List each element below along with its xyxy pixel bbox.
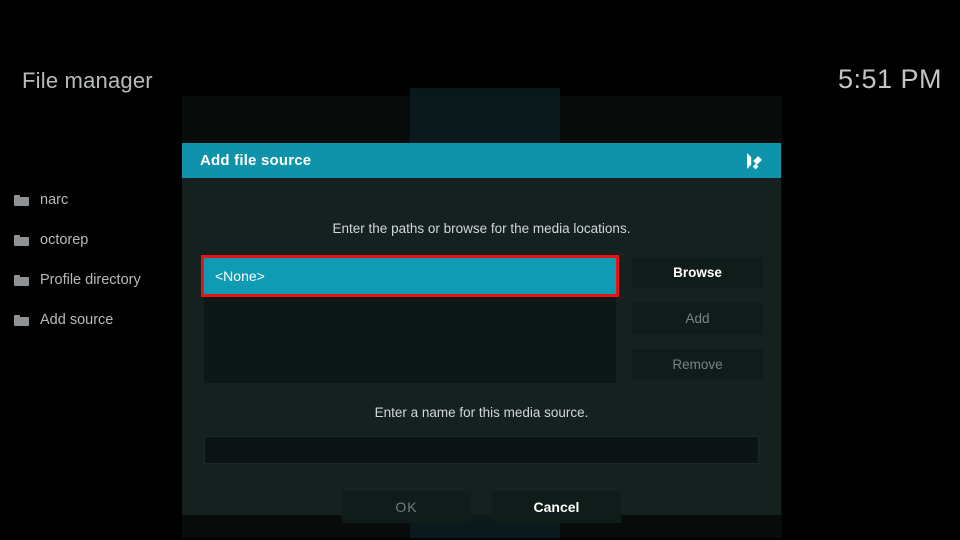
kodi-logo-icon: [747, 152, 762, 169]
path-list[interactable]: <None>: [204, 258, 616, 383]
page-title: File manager: [22, 68, 153, 93]
sidebar: narc octorep Profile directory Add sourc…: [0, 180, 175, 340]
clock: 5:51 PM: [837, 64, 942, 94]
folder-icon: [14, 194, 29, 206]
paths-hint-label: Enter the paths or browse for the media …: [332, 221, 631, 236]
browse-button[interactable]: Browse: [632, 257, 763, 288]
folder-icon: [14, 314, 29, 326]
path-list-item-label: <None>: [215, 268, 265, 284]
path-list-item-none[interactable]: <None>: [204, 258, 616, 294]
dialog-body: Enter the paths or browse for the media …: [182, 178, 781, 523]
sidebar-item-label: Add source: [40, 312, 114, 328]
sidebar-item-add-source[interactable]: Add source: [0, 300, 175, 340]
add-button[interactable]: Add: [632, 303, 763, 334]
sidebar-item-label: octorep: [40, 232, 89, 248]
sidebar-item-octorep[interactable]: octorep: [0, 220, 175, 260]
dialog-titlebar: Add file source: [182, 143, 781, 178]
folder-icon: [14, 234, 29, 246]
dialog-title: Add file source: [200, 152, 312, 169]
media-source-name-input[interactable]: [204, 436, 759, 464]
sidebar-item-profile-directory[interactable]: Profile directory: [0, 260, 175, 300]
sidebar-item-label: narc: [40, 192, 69, 208]
kodi-screen: File manager 5:51 PM narc octorep Profil…: [0, 0, 960, 540]
ok-button[interactable]: OK: [342, 491, 471, 523]
remove-button[interactable]: Remove: [632, 349, 763, 380]
add-file-source-dialog: Add file source Enter the paths or brows…: [182, 143, 781, 523]
folder-icon: [14, 274, 29, 286]
name-hint-label: Enter a name for this media source.: [374, 405, 589, 420]
cancel-button[interactable]: Cancel: [492, 491, 621, 523]
dialog-action-buttons: OK Cancel: [342, 491, 621, 523]
path-action-buttons: Browse Add Remove: [632, 257, 763, 395]
sidebar-item-label: Profile directory: [40, 272, 141, 288]
sidebar-item-narc[interactable]: narc: [0, 180, 175, 220]
